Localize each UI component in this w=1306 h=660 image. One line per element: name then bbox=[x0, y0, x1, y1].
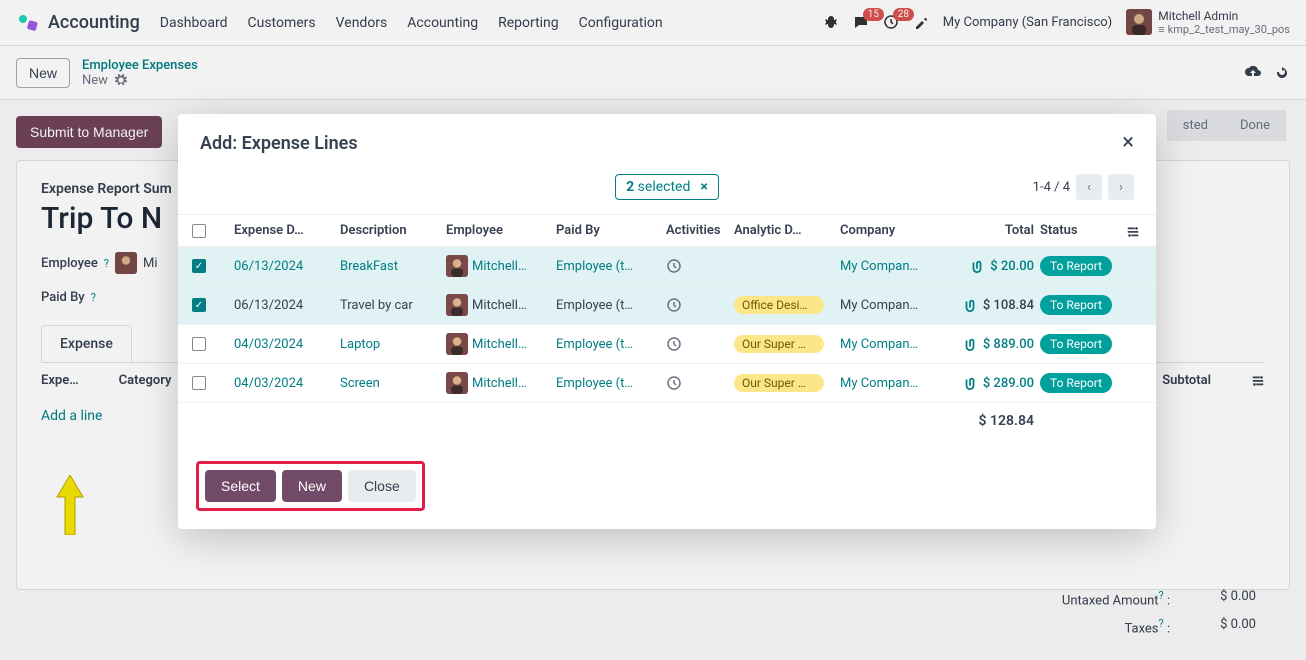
employee-avatar-icon bbox=[446, 294, 468, 316]
selected-label: selected bbox=[634, 179, 690, 195]
close-button[interactable]: Close bbox=[348, 470, 416, 502]
select-button[interactable]: Select bbox=[205, 470, 276, 502]
th-paid[interactable]: Paid By bbox=[556, 223, 660, 238]
table-row[interactable]: 04/03/2024 Laptop Mitchell… Employee (t…… bbox=[178, 325, 1156, 364]
cell-date[interactable]: 04/03/2024 bbox=[234, 337, 334, 352]
cell-desc[interactable]: BreakFast bbox=[340, 259, 440, 274]
cell-date[interactable]: 06/13/2024 bbox=[234, 298, 334, 313]
activity-icon[interactable] bbox=[666, 297, 728, 313]
th-total[interactable]: Total bbox=[946, 223, 1034, 238]
cell-date[interactable]: 06/13/2024 bbox=[234, 259, 334, 274]
table-row[interactable]: ✓ 06/13/2024 Travel by car Mitchell… Emp… bbox=[178, 286, 1156, 325]
cell-company[interactable]: My Compan… bbox=[840, 259, 940, 274]
activity-icon[interactable] bbox=[666, 375, 728, 391]
pager-next-icon[interactable]: › bbox=[1108, 174, 1134, 200]
selected-count: 2 bbox=[626, 179, 634, 195]
pager-text: 1-4 / 4 bbox=[1033, 180, 1070, 195]
pager: 1-4 / 4 ‹ › bbox=[1033, 174, 1134, 200]
cell-employee[interactable]: Mitchell… bbox=[446, 333, 550, 355]
th-ana[interactable]: Analytic D… bbox=[734, 223, 834, 238]
employee-avatar-icon bbox=[446, 333, 468, 355]
attachment-icon[interactable] bbox=[963, 298, 977, 312]
cell-employee[interactable]: Mitchell… bbox=[446, 294, 550, 316]
table-settings-icon[interactable] bbox=[1126, 224, 1156, 238]
selection-chip[interactable]: 2 selected × bbox=[615, 174, 719, 200]
cell-paidby[interactable]: Employee (t… bbox=[556, 337, 660, 352]
table-footer: $ 128.84 bbox=[178, 403, 1156, 447]
th-date[interactable]: Expense D… bbox=[234, 223, 334, 238]
modal-toolbar: 2 selected × 1-4 / 4 ‹ › bbox=[178, 164, 1156, 214]
cell-employee[interactable]: Mitchell… bbox=[446, 255, 550, 277]
analytic-tag[interactable]: Our Super … bbox=[734, 374, 824, 392]
new-button[interactable]: New bbox=[282, 470, 342, 502]
cell-paidby[interactable]: Employee (t… bbox=[556, 298, 660, 313]
cell-paidby[interactable]: Employee (t… bbox=[556, 376, 660, 391]
th-act[interactable]: Activities bbox=[666, 223, 728, 238]
cell-desc[interactable]: Laptop bbox=[340, 337, 440, 352]
cell-status: To Report bbox=[1040, 334, 1120, 354]
selection-sum: $ 128.84 bbox=[946, 413, 1034, 429]
attachment-icon[interactable] bbox=[963, 376, 977, 390]
th-comp[interactable]: Company bbox=[840, 223, 940, 238]
activity-icon[interactable] bbox=[666, 336, 728, 352]
cell-status: To Report bbox=[1040, 373, 1120, 393]
row-checkbox[interactable]: ✓ bbox=[192, 298, 206, 312]
th-desc[interactable]: Description bbox=[340, 223, 440, 238]
analytic-tag[interactable]: Our Super … bbox=[734, 335, 824, 353]
table-row[interactable]: 04/03/2024 Screen Mitchell… Employee (t…… bbox=[178, 364, 1156, 403]
activity-icon[interactable] bbox=[666, 258, 728, 274]
table-row[interactable]: ✓ 06/13/2024 BreakFast Mitchell… Employe… bbox=[178, 247, 1156, 286]
cell-paidby[interactable]: Employee (t… bbox=[556, 259, 660, 274]
modal-title: Add: Expense Lines bbox=[200, 133, 358, 154]
row-checkbox[interactable]: ✓ bbox=[192, 259, 206, 273]
expense-table: Expense D… Description Employee Paid By … bbox=[178, 214, 1156, 447]
cell-total: $ 108.84 bbox=[946, 298, 1034, 313]
modal-header: Add: Expense Lines × bbox=[178, 114, 1156, 164]
cell-desc[interactable]: Screen bbox=[340, 376, 440, 391]
cell-total: $ 20.00 bbox=[946, 259, 1034, 274]
footer-button-group: Select New Close bbox=[196, 461, 425, 511]
cell-total: $ 289.00 bbox=[946, 376, 1034, 391]
th-emp[interactable]: Employee bbox=[446, 223, 550, 238]
cell-company[interactable]: My Compan… bbox=[840, 376, 940, 391]
cell-company[interactable]: My Compan… bbox=[840, 337, 940, 352]
pager-prev-icon[interactable]: ‹ bbox=[1076, 174, 1102, 200]
cell-status: To Report bbox=[1040, 256, 1120, 276]
cell-employee[interactable]: Mitchell… bbox=[446, 372, 550, 394]
clear-selection-icon[interactable]: × bbox=[700, 179, 707, 195]
cell-total: $ 889.00 bbox=[946, 337, 1034, 352]
row-checkbox[interactable] bbox=[192, 376, 206, 390]
modal-footer: Select New Close bbox=[178, 447, 1156, 529]
add-expense-lines-modal: Add: Expense Lines × 2 selected × 1-4 / … bbox=[178, 114, 1156, 529]
row-checkbox[interactable] bbox=[192, 337, 206, 351]
table-header: Expense D… Description Employee Paid By … bbox=[178, 214, 1156, 247]
analytic-tag[interactable]: Office Desi… bbox=[734, 296, 824, 314]
select-all-checkbox[interactable] bbox=[192, 224, 206, 238]
cell-desc[interactable]: Travel by car bbox=[340, 298, 440, 313]
th-status[interactable]: Status bbox=[1040, 223, 1120, 238]
employee-avatar-icon bbox=[446, 255, 468, 277]
cell-date[interactable]: 04/03/2024 bbox=[234, 376, 334, 391]
cell-company[interactable]: My Compan… bbox=[840, 298, 940, 313]
cell-status: To Report bbox=[1040, 295, 1120, 315]
employee-avatar-icon bbox=[446, 372, 468, 394]
attachment-icon[interactable] bbox=[963, 337, 977, 351]
attachment-icon[interactable] bbox=[970, 259, 984, 273]
close-icon[interactable]: × bbox=[1122, 132, 1134, 154]
